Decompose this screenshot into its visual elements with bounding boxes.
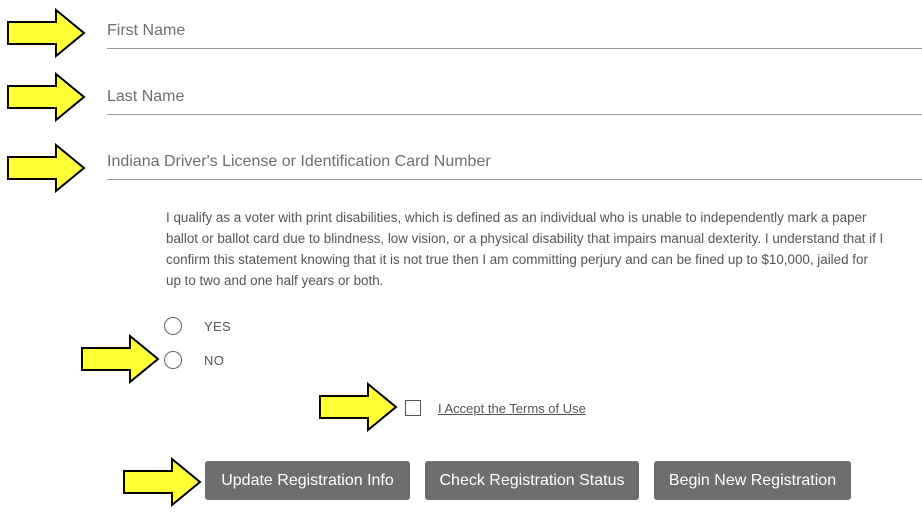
first-name-input[interactable]	[107, 22, 922, 48]
arrow-right-icon	[123, 457, 202, 507]
arrow-right-icon	[319, 382, 398, 432]
terms-of-use-row: I Accept the Terms of Use	[405, 400, 586, 416]
arrow-right-icon	[81, 334, 160, 384]
radio-option-yes[interactable]: YES	[164, 317, 231, 335]
license-number-input[interactable]	[107, 153, 922, 179]
radio-label-yes: YES	[204, 318, 231, 334]
update-registration-button[interactable]: Update Registration Info	[205, 461, 410, 500]
begin-new-registration-button[interactable]: Begin New Registration	[654, 461, 851, 500]
print-disability-statement: I qualify as a voter with print disabili…	[166, 210, 884, 288]
first-name-field-container	[107, 22, 922, 49]
arrow-right-icon	[7, 143, 86, 193]
check-registration-status-button[interactable]: Check Registration Status	[425, 461, 639, 500]
arrow-right-icon	[7, 72, 86, 122]
license-field-container	[107, 153, 922, 180]
last-name-field-container	[107, 88, 922, 115]
arrow-right-icon	[7, 8, 86, 58]
terms-of-use-link[interactable]: I Accept the Terms of Use	[438, 401, 586, 416]
radio-label-no: NO	[204, 352, 225, 368]
last-name-input[interactable]	[107, 88, 922, 114]
radio-option-no[interactable]: NO	[164, 351, 224, 369]
terms-checkbox[interactable]	[405, 400, 421, 416]
radio-button-no[interactable]	[164, 351, 182, 369]
radio-button-yes[interactable]	[164, 317, 182, 335]
